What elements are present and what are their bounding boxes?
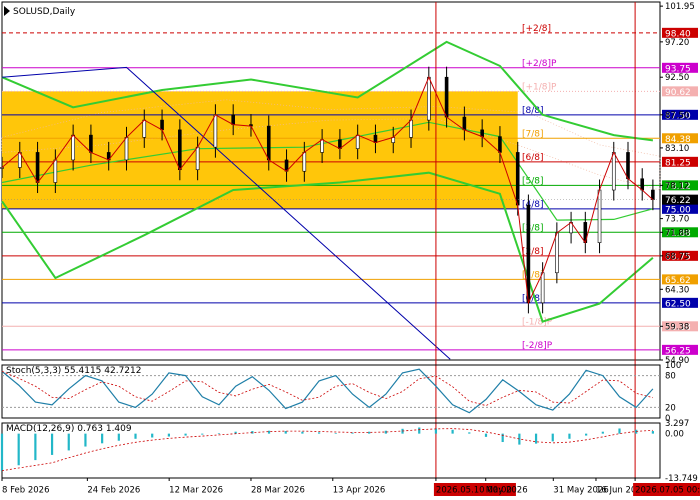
price-candle [515, 152, 520, 206]
symbol-label: SOLUSD,Daily [13, 7, 76, 17]
price-candle [89, 134, 93, 153]
stochastic-tick-label: 20 [665, 403, 676, 413]
price-candle [355, 134, 360, 149]
price-tag-label: 56.25 [665, 346, 691, 356]
murrey-level-label: [+2/8]P [522, 59, 557, 69]
price-candle [0, 167, 4, 169]
macd-tick-label: -13.749 [665, 474, 698, 484]
price-candle [540, 272, 545, 304]
price-candle [526, 204, 531, 304]
price-candle [266, 125, 271, 161]
stochastic-tick-label: 100 [665, 361, 681, 371]
price-candle [626, 152, 630, 180]
macd-label: MACD(12,26,9) 0.763 1.409 [6, 424, 132, 434]
murrey-level-label: [+2/8] [522, 24, 551, 34]
price-tag-label: 62.50 [665, 299, 691, 309]
price-candle [160, 119, 164, 131]
price-tick-label: 71.88 [665, 228, 689, 238]
price-tick-label: 73.70 [665, 215, 689, 225]
price-candle [611, 152, 616, 191]
current-price-label: 76.22 [665, 196, 691, 206]
time-tick-label: 12 Mar 2026 [169, 486, 223, 496]
price-candle [444, 76, 449, 118]
price-candle [35, 152, 40, 183]
price-candle [373, 134, 378, 143]
trading-chart[interactable]: [+2/8]98.40[+2/8]P93.75[+1/8]P90.62[8/8]… [0, 0, 700, 500]
price-candle [142, 119, 147, 138]
price-tick-label: 101.95 [665, 2, 695, 12]
price-candle [71, 134, 75, 161]
symbol-title: SOLUSD,Daily [4, 6, 76, 17]
murrey-level-label: [+1/8]P [522, 82, 557, 92]
price-tick-label: 92.50 [665, 73, 689, 83]
time-tick-label: 13 Apr 2026 [333, 486, 386, 496]
price-candle [409, 119, 413, 138]
murrey-level-label: [2/8] [522, 247, 544, 257]
price-candle [302, 152, 307, 172]
price-candle [555, 232, 559, 274]
stochastic-label: Stoch(5,3,3) 55.4115 42.7212 [6, 366, 141, 376]
price-candle [498, 136, 502, 153]
murrey-level-label: [4/8] [522, 200, 544, 210]
price-candle [427, 76, 431, 121]
time-tick-label: 2026.07.05 00:00 [635, 486, 700, 496]
price-tag-label: 81.25 [665, 158, 691, 168]
price-candle [480, 129, 484, 137]
price-candle [597, 189, 602, 243]
price-tick-label: 97.20 [665, 38, 689, 48]
price-tick-label: 87.50 [665, 111, 689, 121]
macd-tick-label: 0.00 [665, 430, 684, 440]
murrey-level-label: [0/8] [522, 294, 544, 304]
price-candle [231, 114, 235, 125]
time-tick-label: 24 Feb 2026 [87, 486, 140, 496]
stochastic-tick-label: 80 [665, 372, 676, 382]
price-candle [320, 139, 324, 153]
price-candle [178, 129, 182, 171]
macd-tick-label: 3.297 [665, 419, 689, 429]
time-tick-label: May 2026 [486, 486, 528, 496]
murrey-level-label: [-2/8]P [522, 341, 553, 351]
price-candle [213, 114, 218, 148]
price-candle [53, 159, 58, 183]
price-candle [124, 137, 129, 161]
consolidation-range-box [2, 91, 518, 209]
price-tick-label: 78.12 [665, 181, 689, 191]
murrey-level-label: [3/8] [522, 223, 544, 233]
price-candle [640, 178, 645, 191]
price-tick-label: 64.30 [665, 285, 689, 295]
time-tick-label: 8 Feb 2026 [2, 486, 50, 496]
price-tick-label: 68.75 [665, 252, 689, 262]
price-candle [195, 146, 200, 171]
murrey-level-label: [7/8] [522, 129, 544, 139]
price-tick-label: 83.10 [665, 144, 689, 154]
price-tag-label: 90.62 [665, 88, 691, 98]
murrey-level-label: [6/8] [522, 153, 544, 163]
price-candle [462, 116, 467, 131]
price-tick-label: 59.38 [665, 322, 689, 332]
time-tick-label: 28 Mar 2026 [251, 486, 305, 496]
